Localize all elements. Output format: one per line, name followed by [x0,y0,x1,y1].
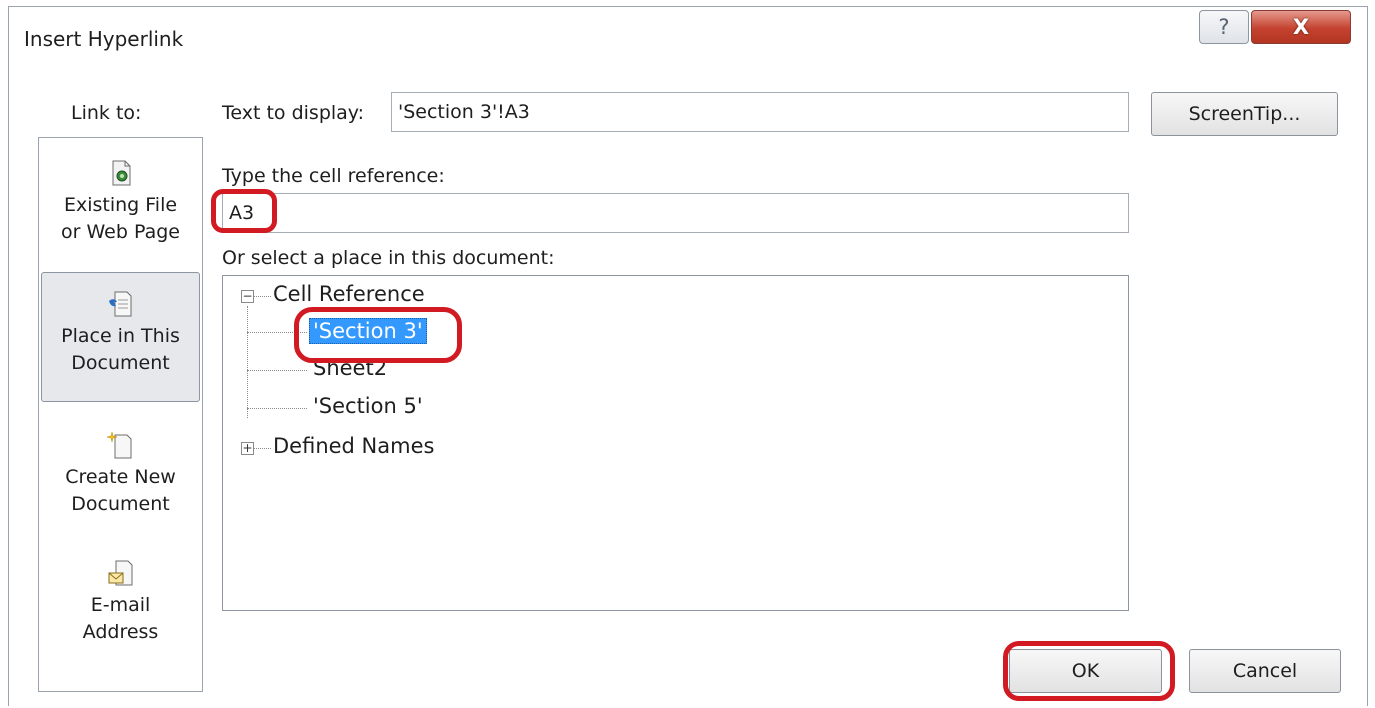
screentip-button[interactable]: ScreenTip... [1151,92,1338,136]
tree-item-sheet2[interactable]: Sheet2 [313,356,387,380]
collapse-cell-reference-icon[interactable]: − [241,290,254,303]
expand-defined-names-icon[interactable]: + [241,442,254,455]
dialog-title: Insert Hyperlink [24,27,184,51]
existing-file-icon [112,160,130,186]
ok-button[interactable]: OK [1009,649,1162,693]
tree-connector [247,306,248,418]
tree-connector [247,370,307,371]
text-to-display-input[interactable]: 'Section 3'!A3 [391,92,1129,132]
link-to-panel: Existing File or Web Page Place in This … [38,137,203,692]
cancel-button[interactable]: Cancel [1189,649,1341,693]
help-button[interactable]: ? [1199,10,1249,44]
link-to-label: Link to: [71,102,142,124]
insert-hyperlink-dialog: Insert Hyperlink ? X Link to: Existing F… [8,6,1368,707]
place-tree-view[interactable]: − Cell Reference 'Section 3' Sheet2 'Sec… [222,275,1129,611]
link-to-place-in-document[interactable]: Place in This Document [41,272,200,402]
help-icon: ? [1218,15,1230,39]
tree-connector [247,408,307,409]
new-document-icon [106,431,131,459]
tree-item-section-5[interactable]: 'Section 5' [313,394,423,418]
title-bar: Insert Hyperlink ? X [9,7,1367,67]
text-to-display-label: Text to display: [222,102,365,124]
cell-reference-label: Type the cell reference: [222,165,445,187]
link-to-email-address[interactable]: E-mail Address [41,558,200,678]
cell-reference-value: A3 [229,202,255,224]
link-to-existing-file[interactable]: Existing File or Web Page [41,158,200,258]
place-in-document-label-1: Place in This [61,325,180,347]
email-label-1: E-mail [90,594,151,616]
screentip-label: ScreenTip... [1188,103,1301,125]
close-icon: X [1292,15,1310,39]
close-button[interactable]: X [1251,10,1351,44]
place-in-document-label-2: Document [71,352,170,374]
cancel-label: Cancel [1232,660,1298,682]
tree-item-section-3[interactable]: 'Section 3' [309,318,427,344]
tree-item-defined-names[interactable]: Defined Names [273,434,434,458]
create-new-label-1: Create New [65,466,176,488]
tree-item-cell-reference[interactable]: Cell Reference [273,282,425,306]
select-place-label: Or select a place in this document: [222,247,555,269]
tree-connector [247,332,307,333]
tree-connector [253,448,271,449]
text-to-display-value: 'Section 3'!A3 [398,101,530,123]
dialog-body: Link to: Existing File or Web Page Place… [9,67,1367,707]
link-to-create-new-document[interactable]: Create New Document [41,430,200,540]
create-new-label-2: Document [71,493,170,515]
existing-file-label-2: or Web Page [61,221,180,243]
tree-connector [253,296,271,297]
place-in-document-icon [108,291,131,317]
cell-reference-input[interactable]: A3 [222,193,1129,233]
existing-file-label-1: Existing File [63,194,178,216]
email-icon [108,560,132,586]
ok-label: OK [1071,660,1100,682]
email-label-2: Address [82,621,159,643]
